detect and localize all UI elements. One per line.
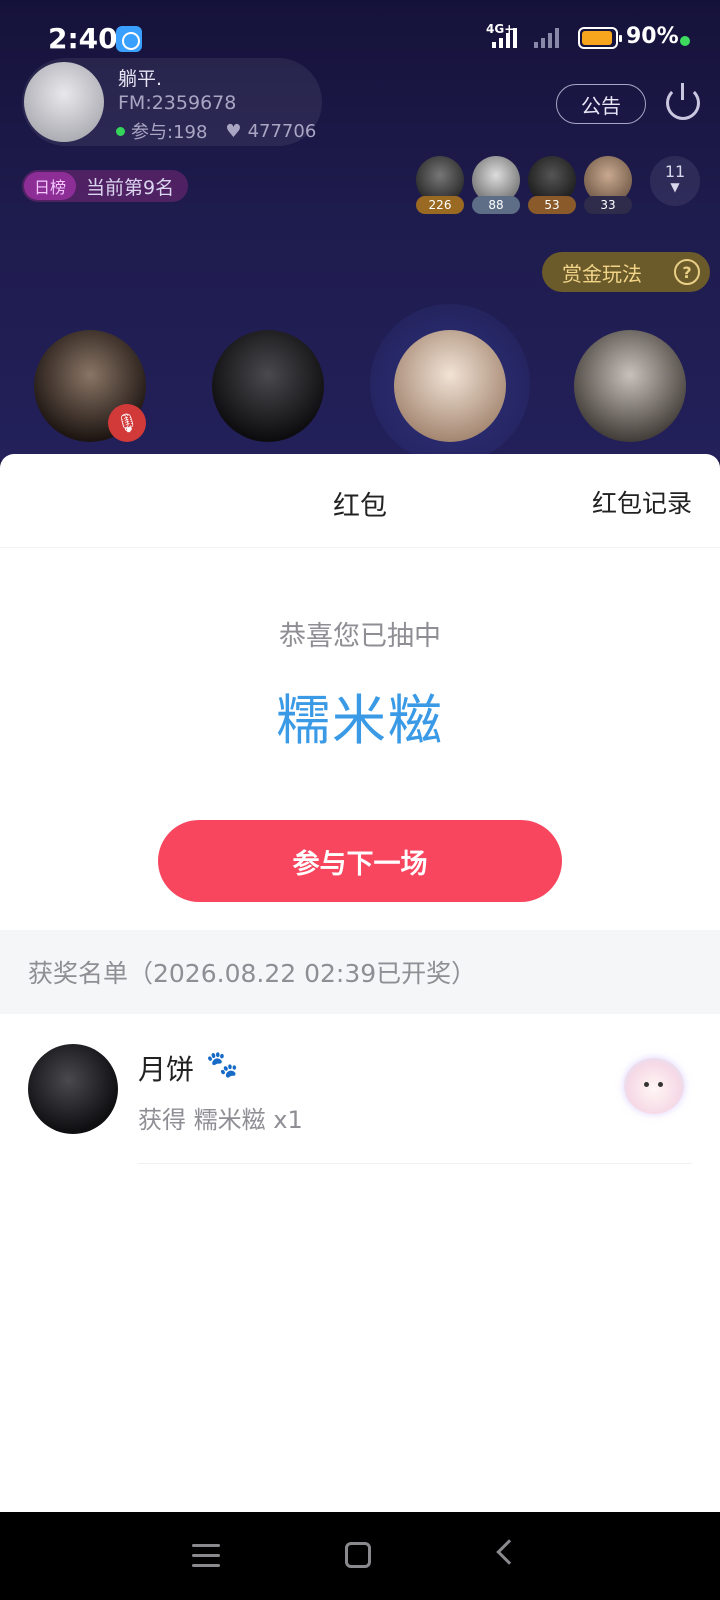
mic-seat-4[interactable] <box>574 330 686 442</box>
chevron-down-icon: ▼ <box>670 180 680 194</box>
home-icon[interactable] <box>345 1542 371 1568</box>
red-packet-records-link[interactable]: 红包记录 <box>592 484 692 520</box>
back-icon[interactable] <box>496 1539 522 1565</box>
winners-header: 获奖名单（2026.08.22 02:39已开奖） <box>0 930 720 1014</box>
menu-icon[interactable] <box>192 1544 220 1568</box>
status-time: 2:40 <box>48 22 118 55</box>
system-nav-bar <box>0 1512 720 1600</box>
viewer-count-badge: 88 <box>472 196 520 214</box>
online-dot-icon <box>116 126 125 136</box>
row-divider <box>138 1163 692 1164</box>
host-fm-id: FM:2359678 <box>118 92 237 114</box>
notice-button[interactable]: 公告 <box>556 84 646 124</box>
prize-name: 糯米糍 <box>276 689 444 752</box>
live-room-background: 2:40 4G+ 90% 躺平. FM:2359678 参与:198 ♥ 477… <box>0 0 720 464</box>
sheet-header: 红包 红包记录 <box>0 454 720 548</box>
winner-name: 月饼 <box>138 1053 195 1086</box>
viewer-count-badge: 53 <box>528 196 576 214</box>
join-next-round-button[interactable]: 参与下一场 <box>158 820 562 902</box>
battery-icon <box>578 27 622 49</box>
likes-count: 477706 <box>247 120 317 142</box>
host-name: 躺平. <box>118 68 163 90</box>
power-icon[interactable] <box>666 83 700 120</box>
rank-text: 当前第9名 <box>86 176 175 199</box>
viewer-count-badge: 226 <box>416 196 464 214</box>
congrats-text: 恭喜您已抽中 <box>279 621 441 652</box>
heart-icon: ♥ <box>225 120 242 142</box>
winner-prize: 获得 糯米糍 x1 <box>138 1106 303 1134</box>
app-notification-icon <box>116 26 142 52</box>
mic-off-icon: 🎙 <box>108 404 146 442</box>
rank-tag: 日榜 <box>24 172 77 200</box>
gift-icon <box>624 1058 684 1114</box>
help-icon[interactable]: ? <box>674 259 700 285</box>
bounty-game-button[interactable]: 赏金玩法 ? <box>542 252 710 292</box>
daily-rank-pill[interactable]: 日榜 当前第9名 <box>22 170 189 202</box>
participants-count: 参与:198 <box>131 122 208 143</box>
more-viewers-count: 11 <box>664 162 686 181</box>
bounty-label: 赏金玩法 <box>562 261 642 286</box>
signal-strength-icon-2 <box>534 28 559 48</box>
red-packet-sheet: 红包 红包记录 恭喜您已抽中 糯米糍 参与下一场 获奖名单（2026.08.22… <box>0 454 720 1512</box>
winner-avatar[interactable] <box>28 1044 118 1134</box>
host-stats: 参与:198 ♥ 477706 <box>116 118 316 144</box>
battery-percent: 90% <box>626 24 679 49</box>
signal-strength-icon <box>492 28 517 48</box>
winners-title: 获奖名单（2026.08.22 02:39已开奖） <box>28 959 477 988</box>
mic-seat-3[interactable] <box>394 330 506 442</box>
mic-seat-2[interactable] <box>212 330 324 442</box>
host-card[interactable]: 躺平. FM:2359678 参与:198 ♥ 477706 <box>22 58 322 146</box>
privacy-indicator-dot <box>680 36 690 46</box>
paw-icon: 🐾 <box>206 1050 239 1080</box>
winner-list-item[interactable]: 月饼 🐾 获得 糯米糍 x1 <box>0 1014 720 1164</box>
more-viewers-button[interactable]: 11 ▼ <box>650 156 700 206</box>
host-avatar[interactable] <box>24 62 104 142</box>
viewer-count-badge: 33 <box>584 196 632 214</box>
